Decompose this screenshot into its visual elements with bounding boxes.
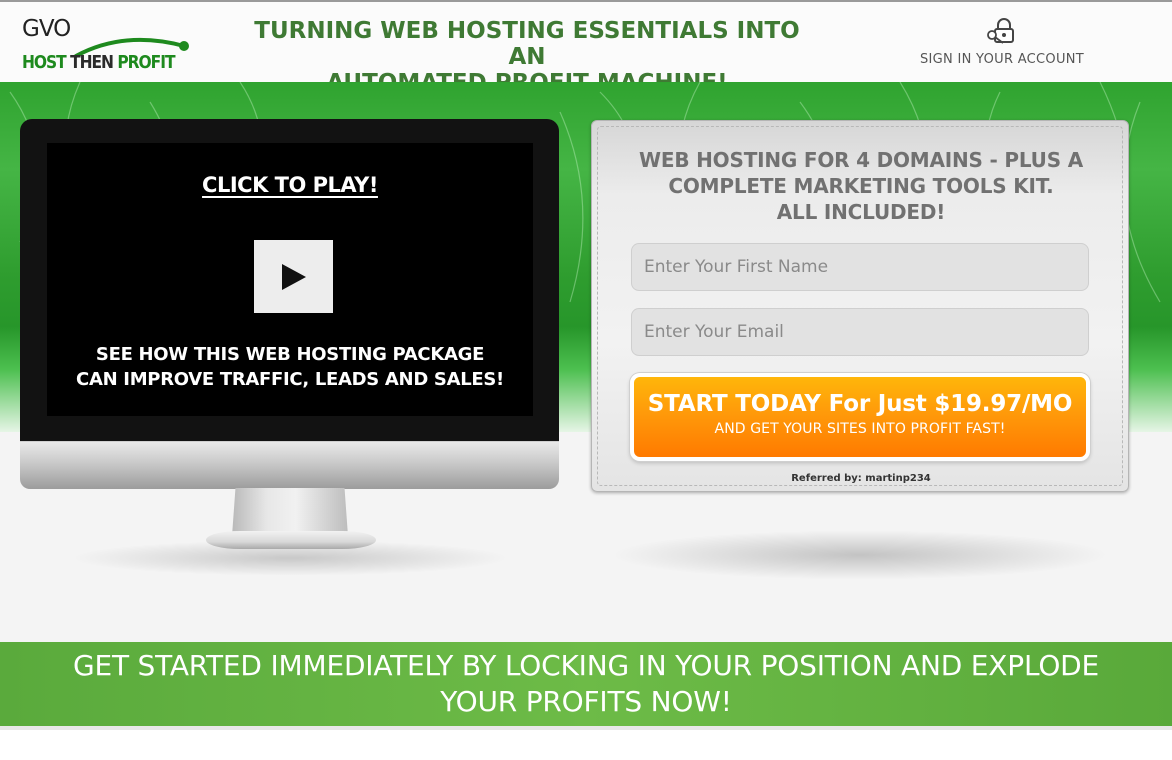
video-caption-line-1: SEE HOW THIS WEB HOSTING PACKAGE [95, 344, 485, 365]
monitor-stand-base [206, 531, 376, 549]
sign-in-label: SIGN IN YOUR ACCOUNT [919, 52, 1085, 67]
monitor-stand [232, 488, 348, 536]
logo-brand-profit: PROFIT [117, 52, 175, 73]
video-player[interactable]: CLICK TO PLAY! SEE HOW THIS WEB HOSTING … [47, 143, 533, 416]
logo-brand-then: THEN [70, 52, 118, 73]
first-name-input[interactable] [631, 243, 1089, 291]
banner-line-1: GET STARTED IMMEDIATELY BY LOCKING IN YO… [72, 649, 1100, 682]
logo-brand-text: HOST THEN PROFIT [22, 52, 176, 73]
cta-sub-label: AND GET YOUR SITES INTO PROFIT FAST! [714, 421, 1006, 437]
logo-gvo-text: GVO [22, 16, 71, 42]
signup-panel: WEB HOSTING FOR 4 DOMAINS - PLUS A COMPL… [591, 120, 1129, 492]
signup-title-line-1: WEB HOSTING FOR 4 DOMAINS - PLUS A [639, 148, 1083, 172]
click-to-play-label[interactable]: CLICK TO PLAY! [47, 173, 533, 197]
banner-line-2: YOUR PROFITS NOW! [440, 685, 732, 718]
sign-in-link[interactable]: SIGN IN YOUR ACCOUNT [912, 18, 1092, 67]
banner-text: GET STARTED IMMEDIATELY BY LOCKING IN YO… [20, 648, 1152, 720]
video-caption-line-2: CAN IMPROVE TRAFFIC, LEADS AND SALES! [76, 369, 504, 390]
start-today-button[interactable]: START TODAY For Just $19.97/MO AND GET Y… [630, 373, 1090, 461]
signup-title: WEB HOSTING FOR 4 DOMAINS - PLUS A COMPL… [592, 147, 1130, 225]
monitor-chin [20, 441, 559, 489]
site-header: GVO HOST THEN PROFIT TURNING WEB HOSTING… [0, 0, 1172, 96]
bottom-banner: GET STARTED IMMEDIATELY BY LOCKING IN YO… [0, 642, 1172, 730]
cta-main-label: START TODAY For Just $19.97/MO [647, 391, 1073, 417]
email-input[interactable] [631, 308, 1089, 356]
referred-by-text: Referred by: martinp234 [791, 473, 931, 484]
signup-title-line-2: COMPLETE MARKETING TOOLS KIT. [668, 174, 1054, 198]
headline-line-1: TURNING WEB HOSTING ESSENTIALS INTO AN [254, 18, 800, 70]
signup-title-line-3: ALL INCLUDED! [776, 200, 946, 224]
panel-shadow [610, 530, 1110, 580]
gvo-logo[interactable]: GVO HOST THEN PROFIT [22, 16, 189, 76]
video-caption: SEE HOW THIS WEB HOSTING PACKAGE CAN IMP… [47, 342, 533, 392]
logo-brand-host: HOST [22, 52, 71, 73]
play-icon [282, 264, 306, 290]
key-lock-icon [987, 18, 1014, 44]
play-button[interactable] [254, 240, 333, 313]
